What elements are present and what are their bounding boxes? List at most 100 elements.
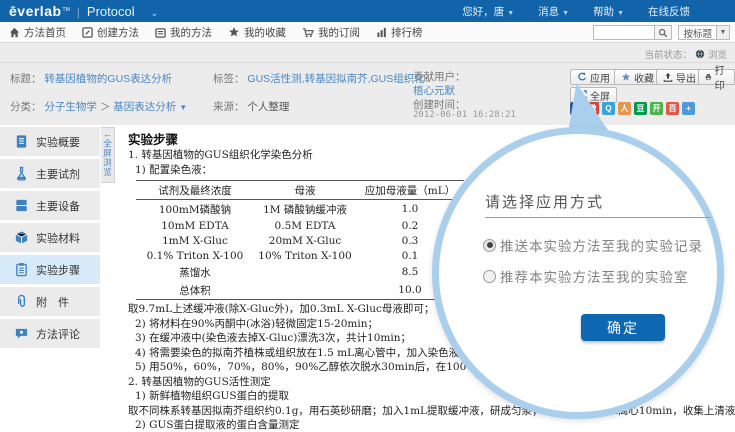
logo-tm: TM bbox=[63, 7, 70, 13]
contributor-label: 贡献用户： bbox=[413, 71, 466, 83]
feedback-link[interactable]: 在线反馈 bbox=[648, 4, 690, 19]
sidebar-item-materials[interactable]: 实验材料 bbox=[0, 223, 100, 252]
step-line: 取不同株系转基因拟南芥组织约0.1g，用石英砂研磨；加入1mL提取缓冲液，研成匀… bbox=[128, 404, 735, 419]
share-baidu-icon[interactable]: 百 bbox=[666, 102, 679, 115]
export-button[interactable]: 导出 bbox=[656, 69, 703, 85]
comment-icon bbox=[14, 326, 29, 341]
staining-solution-table: 试剂及最终浓度 母液 应加母液量（mL） 100mM磷酸钠1M 磷酸钠缓冲液1.… bbox=[136, 180, 464, 300]
arrow-left-icon: ← bbox=[103, 130, 112, 138]
contributor-link[interactable]: 梧心元默 bbox=[413, 85, 455, 97]
product-name: Protocol bbox=[87, 4, 135, 19]
home-icon bbox=[9, 27, 20, 38]
document-icon bbox=[14, 134, 29, 149]
fullscreen-browse-tab[interactable]: ← 全屏浏览 bbox=[101, 127, 115, 183]
table-row: 10mM EDTA0.5M EDTA0.2 bbox=[136, 218, 464, 233]
share-kaixin-icon[interactable]: 开 bbox=[650, 102, 663, 115]
favorite-icon bbox=[621, 72, 631, 82]
export-icon bbox=[663, 72, 673, 82]
nav-leaderboard[interactable]: 排行榜 bbox=[376, 25, 423, 40]
globe-icon bbox=[695, 49, 705, 59]
status-value: 浏览 bbox=[708, 47, 727, 61]
search-filter-value: 按标题 bbox=[679, 26, 716, 40]
top-bar: ēverlab TM | Protocol ⌄ 您好，唐▼ 消息▼ 帮助▼ 在线… bbox=[0, 0, 735, 22]
chevron-down-icon: ▼ bbox=[562, 10, 569, 17]
search-filter-select[interactable]: 按标题 ▼ bbox=[678, 25, 730, 40]
section-sidebar: 实验概要 主要试剂 主要设备 实验材料 实验步骤 附 件 方法评论 bbox=[0, 127, 100, 351]
table-header: 应加母液量（mL） bbox=[356, 181, 464, 200]
sidebar-item-reagents[interactable]: 主要试剂 bbox=[0, 159, 100, 188]
favorite-button[interactable]: 收藏 bbox=[614, 69, 661, 85]
share-renren-icon[interactable]: 人 bbox=[618, 102, 631, 115]
radio-selected-icon[interactable] bbox=[483, 239, 496, 252]
chevron-down-icon[interactable]: ▼ bbox=[179, 103, 187, 112]
title-label: 标题： bbox=[10, 73, 42, 85]
flask-icon bbox=[14, 166, 29, 181]
category-parent-link[interactable]: 分子生物学 bbox=[44, 101, 97, 113]
sidebar-item-label: 实验步骤 bbox=[36, 262, 80, 278]
table-row: 1mM X-Gluc20mM X-Gluc0.3 bbox=[136, 233, 464, 248]
nav-my-favorites[interactable]: 我的收藏 bbox=[228, 25, 286, 40]
nav-my-methods[interactable]: 我的方法 bbox=[155, 25, 212, 40]
status-label: 当前状态： bbox=[644, 47, 692, 61]
product-dropdown-icon[interactable]: ⌄ bbox=[151, 8, 159, 19]
cart-icon bbox=[302, 27, 314, 38]
table-header: 试剂及最终浓度 bbox=[136, 181, 254, 200]
help-menu[interactable]: 帮助▼ bbox=[593, 4, 624, 19]
category-link[interactable]: 基因表达分析 bbox=[113, 101, 176, 113]
share-qq-icon[interactable]: Q bbox=[602, 102, 615, 115]
messages-menu[interactable]: 消息▼ bbox=[538, 4, 569, 19]
logo-separator: | bbox=[77, 5, 80, 19]
source-label: 来源： bbox=[213, 101, 245, 113]
search-input[interactable] bbox=[593, 25, 655, 40]
chevron-down-icon: ▼ bbox=[617, 10, 624, 17]
status-bar: 当前状态： 浏览 bbox=[0, 43, 735, 62]
logo-text: ēverlab bbox=[9, 3, 62, 19]
share-more-icon[interactable]: + bbox=[682, 102, 695, 115]
search-icon bbox=[658, 28, 668, 38]
sidebar-item-label: 主要设备 bbox=[36, 198, 80, 214]
method-tags[interactable]: GUS活性测,转基因拟南芥,GUS组织化.. bbox=[247, 73, 430, 85]
created-value: 2012-06-01 16:28:21 bbox=[413, 110, 516, 120]
category-separator: ＞ bbox=[100, 101, 111, 113]
apply-icon bbox=[577, 72, 587, 82]
apply-button[interactable]: 应用 bbox=[570, 69, 617, 85]
sidebar-item-overview[interactable]: 实验概要 bbox=[0, 127, 100, 156]
app-logo[interactable]: ēverlab TM | Protocol ⌄ bbox=[0, 3, 158, 19]
method-title-link[interactable]: 转基因植物的GUS表达分析 bbox=[44, 73, 172, 85]
nav-create-method[interactable]: 创建方法 bbox=[82, 25, 139, 40]
nav-method-home[interactable]: 方法首页 bbox=[9, 25, 66, 40]
sidebar-item-label: 方法评论 bbox=[36, 326, 80, 342]
user-menu[interactable]: 您好，唐▼ bbox=[462, 4, 514, 19]
table-row: 100mM磷酸钠1M 磷酸钠缓冲液1.0 bbox=[136, 200, 464, 219]
method-info-panel: 标题： 转基因植物的GUS表达分析 标签： GUS活性测,转基因拟南芥,GUS组… bbox=[0, 62, 735, 125]
fullscreen-browse-label: 全屏浏览 bbox=[102, 139, 114, 177]
bar-chart-icon bbox=[376, 27, 387, 38]
option-recommend-to-lab[interactable]: 推荐本实验方法至我的实验室 bbox=[483, 266, 689, 286]
nav-my-subscriptions[interactable]: 我的订阅 bbox=[302, 25, 360, 40]
sidebar-item-label: 附 件 bbox=[36, 294, 69, 310]
popup-title: 请选择应用方式 bbox=[485, 191, 604, 212]
sidebar-item-label: 实验概要 bbox=[36, 134, 80, 150]
main-nav: 方法首页 创建方法 我的方法 我的收藏 我的订阅 排行榜 按标题 ▼ bbox=[0, 22, 735, 43]
sidebar-item-comments[interactable]: 方法评论 bbox=[0, 319, 100, 348]
clipboard-icon bbox=[14, 262, 29, 277]
table-row: 总体积10.0 bbox=[136, 281, 464, 300]
sidebar-item-equipment[interactable]: 主要设备 bbox=[0, 191, 100, 220]
print-button[interactable]: 打印 bbox=[698, 69, 735, 85]
table-row: 蒸馏水8.5 bbox=[136, 263, 464, 281]
search-button[interactable] bbox=[655, 25, 672, 40]
option-label: 推送本实验方法至我的实验记录 bbox=[500, 235, 703, 255]
sidebar-item-attachments[interactable]: 附 件 bbox=[0, 287, 100, 316]
confirm-button[interactable]: 确定 bbox=[581, 314, 665, 341]
option-label: 推荐本实验方法至我的实验室 bbox=[500, 266, 689, 286]
option-push-to-records[interactable]: 推送本实验方法至我的实验记录 bbox=[483, 235, 703, 255]
star-icon bbox=[228, 26, 240, 38]
chevron-down-icon: ▼ bbox=[716, 26, 729, 39]
table-row: 0.1% Triton X-10010% Triton X-1000.1 bbox=[136, 248, 464, 263]
popup-divider bbox=[485, 217, 711, 218]
sidebar-item-label: 实验材料 bbox=[36, 230, 80, 246]
create-icon bbox=[82, 27, 93, 38]
radio-unselected-icon[interactable] bbox=[483, 270, 496, 283]
sidebar-item-steps[interactable]: 实验步骤 bbox=[0, 255, 100, 284]
share-douban-icon[interactable]: 豆 bbox=[634, 102, 647, 115]
